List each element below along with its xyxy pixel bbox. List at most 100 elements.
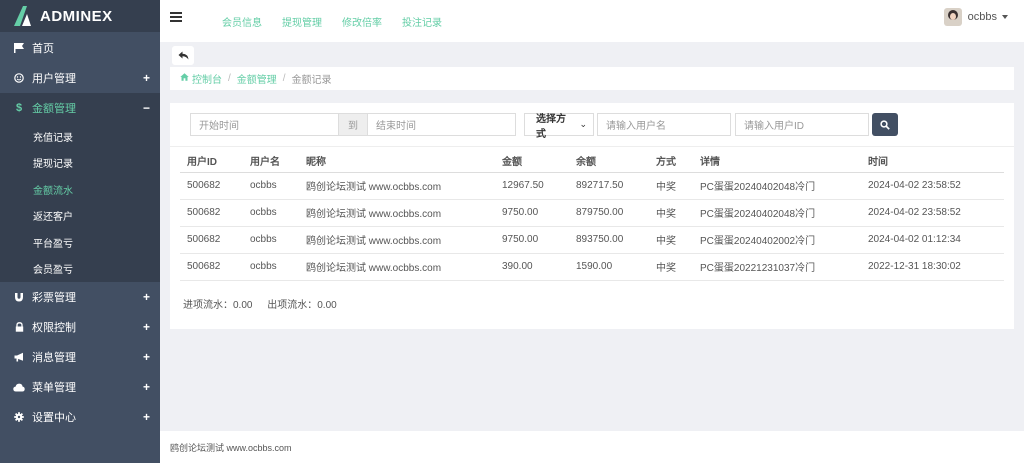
column-header[interactable]: 用户ID xyxy=(180,150,243,173)
bullhorn-icon xyxy=(12,352,26,362)
top-link-member-info[interactable]: 会员信息 xyxy=(222,14,262,29)
records-panel: 开始时间 到 结束时间 选择方式 ⌄ 请输入用户名 请输入用户ID 用户ID 用… xyxy=(170,103,1014,329)
sidebar-item-label: 彩票管理 xyxy=(32,292,76,304)
sidebar-item-home[interactable]: 首页 xyxy=(0,33,160,63)
submenu-item-refund[interactable]: 返还客户 xyxy=(0,203,160,230)
end-time-input[interactable]: 结束时间 xyxy=(367,113,516,136)
table-row[interactable]: 500682 ocbbs 鸥创论坛测试 www.ocbbs.com 9750.0… xyxy=(180,226,1004,254)
flow-summary: 进项流水：0.00 出项流水：0.00 xyxy=(183,296,349,311)
cell-method: 中奖 xyxy=(649,199,693,227)
cell-balance: 879750.00 xyxy=(569,199,649,227)
cell-detail: PC蛋蛋20240402048冷门 xyxy=(693,199,861,227)
expand-icon: + xyxy=(142,320,150,334)
breadcrumb-home[interactable]: 控制台 xyxy=(192,71,222,86)
cell-method: 中奖 xyxy=(649,172,693,200)
search-icon xyxy=(880,119,890,130)
table-row[interactable]: 500682 ocbbs 鸥创论坛测试 www.ocbbs.com 9750.0… xyxy=(180,199,1004,227)
cell-user-id: 500682 xyxy=(180,199,243,227)
cell-method: 中奖 xyxy=(649,253,693,281)
start-time-input[interactable]: 开始时间 xyxy=(190,113,339,136)
chevron-down-icon: ⌄ xyxy=(579,119,587,129)
userid-input[interactable]: 请输入用户ID xyxy=(735,113,869,136)
cell-username: ocbbs xyxy=(243,253,299,281)
submenu-item-flow[interactable]: 金额流水 xyxy=(0,176,160,203)
column-header[interactable]: 用户名 xyxy=(243,150,299,173)
cloud-icon xyxy=(12,383,26,392)
cell-time: 2024-04-02 23:58:52 xyxy=(861,199,1004,227)
collapse-icon: − xyxy=(142,101,150,115)
cell-user-id: 500682 xyxy=(180,172,243,200)
footer: 鸥创论坛测试 www.ocbbs.com xyxy=(160,431,1024,463)
search-button[interactable] xyxy=(872,113,898,136)
sidebar-item-settings[interactable]: 设置中心 + xyxy=(0,402,160,432)
user-menu[interactable]: ocbbs xyxy=(943,8,1008,26)
cell-amount: 9750.00 xyxy=(495,226,569,254)
cell-time: 2024-04-02 01:12:34 xyxy=(861,226,1004,254)
gear-icon xyxy=(12,412,26,422)
submenu-item-platform-pnl[interactable]: 平台盈亏 xyxy=(0,229,160,256)
username-input[interactable]: 请输入用户名 xyxy=(597,113,731,136)
cell-time: 2024-04-02 23:58:52 xyxy=(861,172,1004,200)
expand-icon: + xyxy=(142,290,150,304)
divider xyxy=(170,146,1014,147)
sidebar-item-messages[interactable]: 消息管理 + xyxy=(0,342,160,372)
top-link-bets[interactable]: 投注记录 xyxy=(402,14,442,29)
submenu-item-recharge[interactable]: 充值记录 xyxy=(0,123,160,150)
cell-detail: PC蛋蛋20240402048冷门 xyxy=(693,172,861,200)
username: ocbbs xyxy=(967,11,997,23)
column-header[interactable]: 昵称 xyxy=(299,150,495,173)
records-table: 用户ID 用户名 昵称 金额 余额 方式 详情 时间 500682 ocbbs … xyxy=(180,150,1004,281)
expand-icon: + xyxy=(142,410,150,424)
cell-method: 中奖 xyxy=(649,226,693,254)
breadcrumb-section[interactable]: 金额管理 xyxy=(237,71,277,86)
sidebar-item-lottery[interactable]: 彩票管理 + xyxy=(0,282,160,312)
column-header[interactable]: 方式 xyxy=(649,150,693,173)
sidebar-item-label: 首页 xyxy=(32,43,54,55)
brand-name: ADMINEX xyxy=(40,7,113,25)
sidebar-item-permissions[interactable]: 权限控制 + xyxy=(0,312,160,342)
top-nav-links: 会员信息 提现管理 修改倍率 投注记录 xyxy=(222,14,462,29)
top-link-rate[interactable]: 修改倍率 xyxy=(342,14,382,29)
cell-username: ocbbs xyxy=(243,199,299,227)
outgo-flow: 出项流水：0.00 xyxy=(267,300,337,311)
cell-detail: PC蛋蛋20240402002冷门 xyxy=(693,226,861,254)
column-header[interactable]: 时间 xyxy=(861,150,1004,173)
home-icon xyxy=(180,73,189,84)
back-button[interactable] xyxy=(172,46,194,65)
income-flow: 进项流水：0.00 xyxy=(183,300,253,311)
expand-icon: + xyxy=(142,71,150,85)
brand-logo[interactable]: ADMINEX xyxy=(0,0,160,32)
dollar-icon: $ xyxy=(15,102,23,114)
reply-icon xyxy=(178,51,188,60)
submenu-item-member-pnl[interactable]: 会员盈亏 xyxy=(0,256,160,283)
sidebar-item-money[interactable]: $ 金额管理 − xyxy=(0,93,160,123)
sidebar-item-label: 消息管理 xyxy=(32,352,76,364)
breadcrumb-separator: / xyxy=(228,73,231,84)
cell-nickname: 鸥创论坛测试 www.ocbbs.com xyxy=(299,226,495,254)
footer-text: 鸥创论坛测试 www.ocbbs.com xyxy=(170,442,292,453)
table-row[interactable]: 500682 ocbbs 鸥创论坛测试 www.ocbbs.com 390.00… xyxy=(180,253,1004,281)
avatar xyxy=(943,8,962,26)
top-header: 会员信息 提现管理 修改倍率 投注记录 ocbbs xyxy=(160,0,1024,42)
column-header[interactable]: 余额 xyxy=(569,150,649,173)
sidebar-item-label: 设置中心 xyxy=(32,412,76,424)
top-link-withdraw[interactable]: 提现管理 xyxy=(282,14,322,29)
cell-nickname: 鸥创论坛测试 www.ocbbs.com xyxy=(299,199,495,227)
to-label: 到 xyxy=(339,113,367,136)
cell-balance: 1590.00 xyxy=(569,253,649,281)
menu-toggle-icon[interactable] xyxy=(170,12,182,22)
filter-bar: 开始时间 到 结束时间 选择方式 ⌄ 请输入用户名 请输入用户ID xyxy=(190,113,898,140)
method-select[interactable]: 选择方式 ⌄ xyxy=(524,113,594,140)
breadcrumb: 控制台 / 金额管理 / 金额记录 xyxy=(170,67,1014,90)
sidebar-item-users[interactable]: 用户管理 + xyxy=(0,63,160,93)
flag-icon xyxy=(12,43,26,53)
submenu-item-withdraw[interactable]: 提现记录 xyxy=(0,150,160,177)
cell-username: ocbbs xyxy=(243,226,299,254)
cell-username: ocbbs xyxy=(243,172,299,200)
cell-nickname: 鸥创论坛测试 www.ocbbs.com xyxy=(299,253,495,281)
sidebar: ADMINEX 首页 用户管理 + $ 金额管理 − 充值记录 提现记录 金额流… xyxy=(0,0,160,463)
column-header[interactable]: 金额 xyxy=(495,150,569,173)
column-header[interactable]: 详情 xyxy=(693,150,861,173)
table-row[interactable]: 500682 ocbbs 鸥创论坛测试 www.ocbbs.com 12967.… xyxy=(180,172,1004,200)
sidebar-item-menus[interactable]: 菜单管理 + xyxy=(0,372,160,402)
